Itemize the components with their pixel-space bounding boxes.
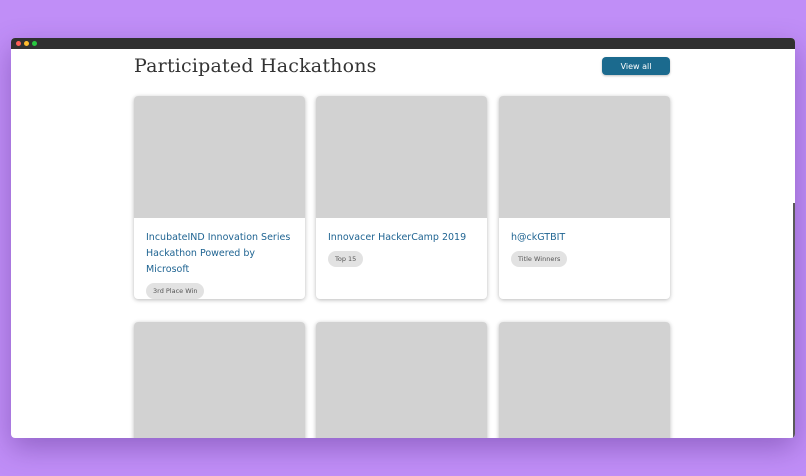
browser-window: Participated Hackathons View all Incubat… [11,38,795,438]
hackathon-thumbnail [316,322,487,438]
view-all-button[interactable]: View all [602,57,670,75]
hackathon-card[interactable] [316,322,487,438]
hackathon-card[interactable]: h@ckGTBIT Title Winners [499,96,670,299]
hackathon-card[interactable] [499,322,670,438]
hackathon-name[interactable]: IncubateIND Innovation Series Hackathon … [146,230,293,278]
window-titlebar [11,38,795,49]
hackathon-card[interactable]: IncubateIND Innovation Series Hackathon … [134,96,305,299]
hackathon-thumbnail [499,322,670,438]
maximize-window-button[interactable] [32,41,37,46]
hackathon-thumbnail [134,322,305,438]
hackathon-thumbnail [134,96,305,218]
hackathon-card[interactable]: Innovacer HackerCamp 2019 Top 15 [316,96,487,299]
hackathon-name[interactable]: Innovacer HackerCamp 2019 [328,230,475,246]
section-title: Participated Hackathons [134,55,377,77]
hackathon-thumbnail [316,96,487,218]
hackathon-card[interactable] [134,322,305,438]
hackathon-name[interactable]: h@ckGTBIT [511,230,658,246]
hackathon-thumbnail [499,96,670,218]
achievement-badge: Title Winners [511,251,568,267]
vertical-scrollbar[interactable] [793,203,795,438]
close-window-button[interactable] [16,41,21,46]
page-content: Participated Hackathons View all Incubat… [11,49,795,438]
achievement-badge: Top 15 [328,251,364,267]
minimize-window-button[interactable] [24,41,29,46]
achievement-badge: 3rd Place Win [146,283,205,299]
